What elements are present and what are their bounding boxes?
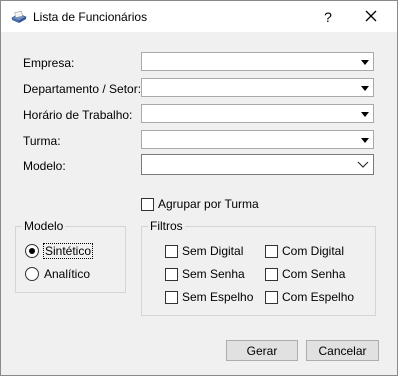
dropdown-arrow-icon <box>361 138 369 143</box>
modelo-dropdown[interactable] <box>141 154 374 175</box>
checkbox-box[interactable] <box>165 290 178 304</box>
com-espelho-checkbox[interactable]: Com Espelho <box>265 289 354 305</box>
cancelar-button[interactable]: Cancelar <box>306 340 379 361</box>
close-icon[interactable] <box>359 6 383 28</box>
checkbox-box[interactable] <box>265 290 278 304</box>
com-espelho-label: Com Espelho <box>282 290 355 304</box>
sem-senha-checkbox[interactable]: Sem Senha <box>165 266 245 282</box>
turma-dropdown[interactable] <box>141 130 374 149</box>
gerar-button[interactable]: Gerar <box>226 340 298 361</box>
sem-digital-label: Sem Digital <box>182 244 244 258</box>
dropdown-arrow-icon <box>361 112 369 117</box>
com-senha-label: Com Senha <box>282 267 346 281</box>
agrupar-por-turma-checkbox[interactable]: Agrupar por Turma <box>141 196 259 212</box>
sintetico-label: Sintético <box>42 243 94 259</box>
dropdown-arrow-icon <box>361 86 369 91</box>
title-bar: Lista de Funcionários ? <box>1 1 397 32</box>
help-button[interactable]: ? <box>317 6 339 28</box>
com-digital-checkbox[interactable]: Com Digital <box>265 243 344 259</box>
horario-dropdown[interactable] <box>141 104 374 123</box>
departamento-label: Departamento / Setor: <box>23 82 142 96</box>
modelo-label: Modelo: <box>23 159 66 173</box>
sem-espelho-checkbox[interactable]: Sem Espelho <box>165 289 253 305</box>
com-senha-checkbox[interactable]: Com Senha <box>265 266 345 282</box>
checkbox-box[interactable] <box>141 197 154 211</box>
analitico-label: Analítico <box>44 267 91 281</box>
turma-label: Turma: <box>23 134 61 148</box>
dropdown-arrow-icon <box>361 60 369 65</box>
empresa-label: Empresa: <box>23 56 75 70</box>
modelo-group-title: Modelo <box>24 219 64 233</box>
radio-button-selected[interactable] <box>25 244 39 258</box>
empresa-dropdown[interactable] <box>141 52 374 71</box>
dialog-window: Lista de Funcionários ? Empresa: Departa… <box>0 0 398 376</box>
sem-digital-checkbox[interactable]: Sem Digital <box>165 243 243 259</box>
checkbox-box[interactable] <box>165 244 178 258</box>
filtros-group-title: Filtros <box>150 219 183 233</box>
agrupar-label: Agrupar por Turma <box>158 197 259 211</box>
com-digital-label: Com Digital <box>282 244 345 258</box>
radio-analitico[interactable]: Analítico <box>25 266 90 282</box>
radio-button[interactable] <box>25 267 39 281</box>
radio-sintetico[interactable]: Sintético <box>25 243 94 259</box>
horario-label: Horário de Trabalho: <box>23 108 133 122</box>
departamento-dropdown[interactable] <box>141 78 374 97</box>
chevron-down-icon <box>357 161 369 168</box>
checkbox-box[interactable] <box>265 244 278 258</box>
report-icon <box>11 10 27 23</box>
sem-senha-label: Sem Senha <box>182 267 245 281</box>
checkbox-box[interactable] <box>265 267 278 281</box>
window-title: Lista de Funcionários <box>33 10 148 24</box>
checkbox-box[interactable] <box>165 267 178 281</box>
sem-espelho-label: Sem Espelho <box>182 290 254 304</box>
